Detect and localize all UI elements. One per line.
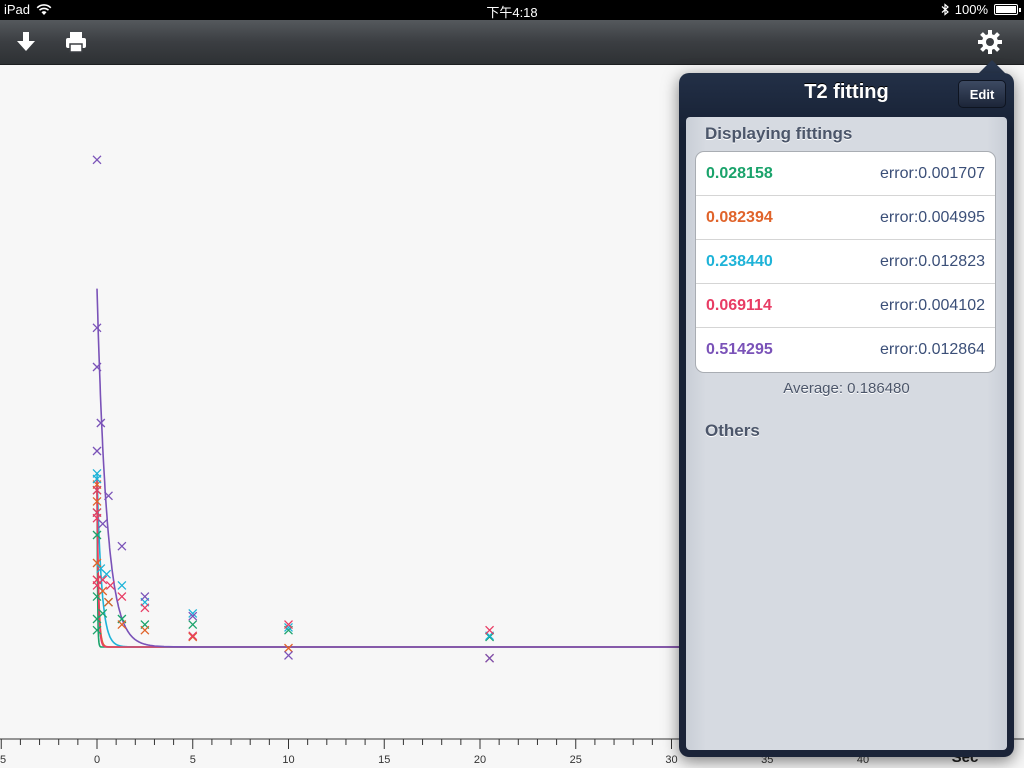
fit-curve <box>96 288 710 648</box>
fit-curve <box>96 478 710 648</box>
popover-content: Displaying fittings 0.028158 error:0.001… <box>686 117 1007 750</box>
data-point <box>140 592 150 602</box>
clock: 下午4:18 <box>486 5 538 20</box>
fitting-value: 0.082394 <box>706 208 773 226</box>
fitting-error: error:0.001707 <box>880 164 985 182</box>
data-point <box>140 625 150 635</box>
x-tick-label: 30 <box>665 754 677 766</box>
popover-arrow <box>978 60 1006 74</box>
status-bar: iPad 下午4:18 100% <box>0 0 1024 20</box>
print-icon <box>66 32 86 53</box>
data-point <box>188 631 198 641</box>
data-point <box>98 575 108 585</box>
data-point <box>140 603 150 613</box>
section-header-displaying: Displaying fittings <box>705 124 853 143</box>
data-point <box>485 632 495 642</box>
x-tick-label: 25 <box>570 754 582 766</box>
average-label: Average: 0.186480 <box>783 380 910 397</box>
fitting-value: 0.028158 <box>706 164 773 182</box>
data-point <box>485 653 495 663</box>
x-tick-label: 15 <box>378 754 390 766</box>
settings-button[interactable] <box>975 28 1005 56</box>
x-tick-label: -5 <box>0 754 6 766</box>
edit-button[interactable]: Edit <box>958 80 1006 108</box>
fit-curve <box>96 478 710 648</box>
battery-fill <box>996 6 1016 13</box>
fittings-table: 0.028158 error:0.001707 0.082394 error:0… <box>695 151 996 373</box>
fitting-error: error:0.012864 <box>880 341 985 358</box>
fitting-row[interactable]: 0.028158 error:0.001707 <box>696 152 995 196</box>
data-point <box>188 620 198 630</box>
data-point <box>105 580 115 590</box>
data-point <box>102 569 112 579</box>
fitting-row[interactable]: 0.082394 error:0.004995 <box>696 196 995 240</box>
data-point <box>117 580 127 590</box>
x-tick-label: 0 <box>94 754 100 766</box>
toolbar <box>0 20 1024 65</box>
data-point <box>117 592 127 602</box>
data-point <box>284 643 293 653</box>
fitting-row[interactable]: 0.514295 error:0.012864 <box>696 328 995 372</box>
print-button[interactable] <box>61 28 91 56</box>
bluetooth-icon <box>941 3 949 16</box>
data-point <box>188 632 198 642</box>
x-tick-label: 20 <box>474 754 486 766</box>
data-point <box>117 541 127 551</box>
battery-percent: 100% <box>954 2 988 17</box>
fitting-value: 0.238440 <box>706 252 773 270</box>
fit-curve <box>96 484 710 648</box>
download-button[interactable] <box>11 28 41 56</box>
gear-icon <box>978 30 1002 54</box>
x-tick-label: 10 <box>282 754 294 766</box>
section-header-others: Others <box>705 421 760 440</box>
fitting-error: error:0.004995 <box>880 208 985 226</box>
battery-icon <box>994 4 1021 15</box>
fitting-error: error:0.004102 <box>880 296 985 314</box>
data-point <box>92 155 102 165</box>
data-point <box>284 650 293 660</box>
fitting-row[interactable]: 0.238440 error:0.012823 <box>696 240 995 284</box>
data-point <box>98 519 108 529</box>
data-point <box>92 323 102 333</box>
fitting-row[interactable]: 0.069114 error:0.004102 <box>696 284 995 328</box>
t2-fitting-popover: T2 fitting Edit Displaying fittings 0.02… <box>679 73 1014 757</box>
x-tick-label: 5 <box>190 754 196 766</box>
data-point <box>104 597 113 607</box>
download-icon <box>17 32 35 51</box>
data-point <box>485 625 495 635</box>
data-point <box>92 446 102 456</box>
fitting-value: 0.514295 <box>706 341 773 358</box>
fitting-value: 0.069114 <box>706 296 772 314</box>
fitting-error: error:0.012823 <box>880 252 985 270</box>
